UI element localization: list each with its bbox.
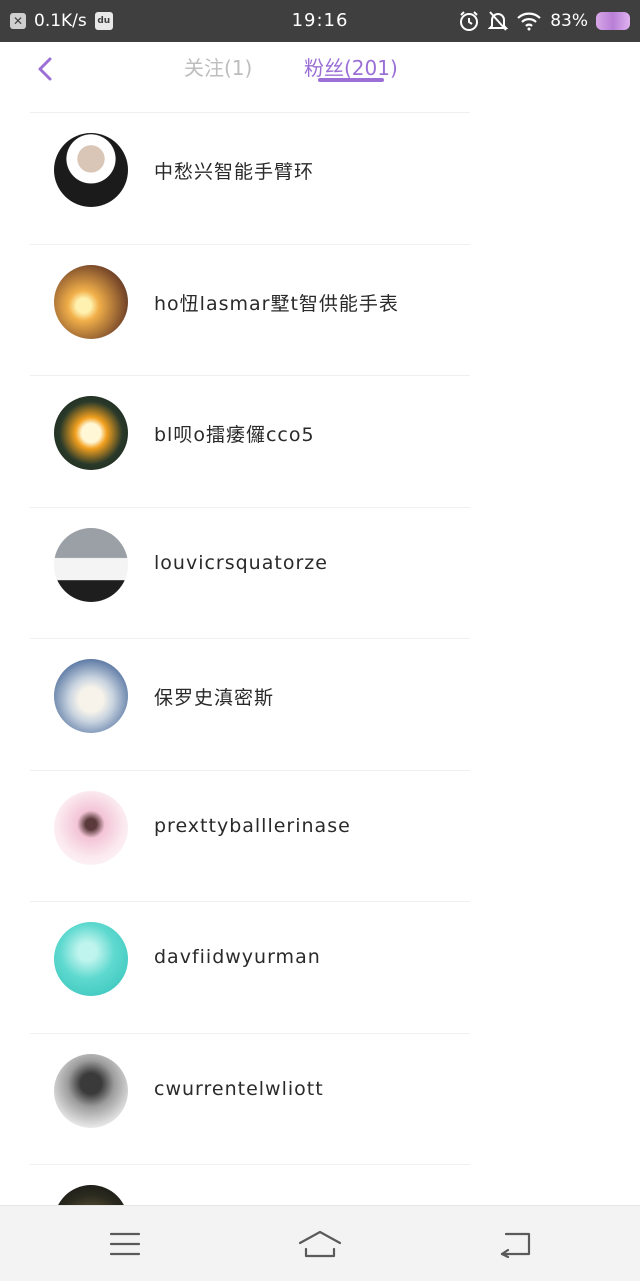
user-name: louvicrsquatorze <box>154 551 328 574</box>
user-name: prexttyballlerinase <box>154 814 351 837</box>
user-name: 中愁兴智能手臂环 <box>154 161 315 183</box>
list-item[interactable]: cwurrentelwliott <box>30 1032 470 1165</box>
avatar[interactable] <box>54 659 128 733</box>
menu-icon <box>109 1232 141 1256</box>
back-button[interactable] <box>30 54 60 84</box>
avatar[interactable] <box>54 922 128 996</box>
user-name: bl呗o擂痿儸cco5 <box>154 424 315 446</box>
status-bar: ✕ 0.1K/s du 19:16 83% <box>0 0 640 42</box>
list-item[interactable]: louvicrsquatorze <box>30 506 470 639</box>
home-button[interactable] <box>298 1224 342 1264</box>
list-item[interactable]: 中愁兴智能手臂环 <box>30 112 470 244</box>
list-item[interactable]: bl呗o擂痿儸cco5 <box>30 375 470 507</box>
avatar[interactable] <box>54 1053 128 1128</box>
user-name: davfiidwyurman <box>154 946 321 968</box>
avatar[interactable] <box>54 396 128 470</box>
list-item[interactable]: 保罗史滇密斯 <box>30 638 470 770</box>
follower-list: 中愁兴智能手臂环 ho忸lasmar墅t智供能手表 bl呗o擂痿儸cco5 lo… <box>0 112 640 1205</box>
list-item[interactable] <box>30 1164 470 1205</box>
avatar[interactable] <box>54 264 128 339</box>
list-item[interactable]: ho忸lasmar墅t智供能手表 <box>30 243 470 376</box>
tab-followers[interactable]: 粉丝(201) <box>304 52 398 81</box>
avatar[interactable] <box>54 527 128 602</box>
active-tab-indicator <box>318 78 384 82</box>
system-back-button[interactable] <box>493 1224 537 1264</box>
home-icon <box>298 1230 342 1258</box>
tab-following[interactable]: 关注(1) <box>184 52 252 81</box>
menu-button[interactable] <box>103 1224 147 1264</box>
clock: 19:16 <box>291 10 349 31</box>
avatar[interactable] <box>54 1185 128 1205</box>
user-name: cwurrentelwliott <box>154 1077 324 1100</box>
header: 关注(1) 粉丝(201) <box>0 42 640 102</box>
list-item[interactable]: davfiidwyurman <box>30 901 470 1033</box>
avatar[interactable] <box>54 133 128 207</box>
avatar[interactable] <box>54 790 128 865</box>
user-name: 保罗史滇密斯 <box>154 687 275 709</box>
back-icon <box>500 1232 531 1258</box>
chevron-left-icon <box>38 57 52 81</box>
list-item[interactable]: prexttyballlerinase <box>30 769 470 902</box>
system-nav-bar <box>0 1205 640 1281</box>
user-name: ho忸lasmar墅t智供能手表 <box>154 292 399 315</box>
